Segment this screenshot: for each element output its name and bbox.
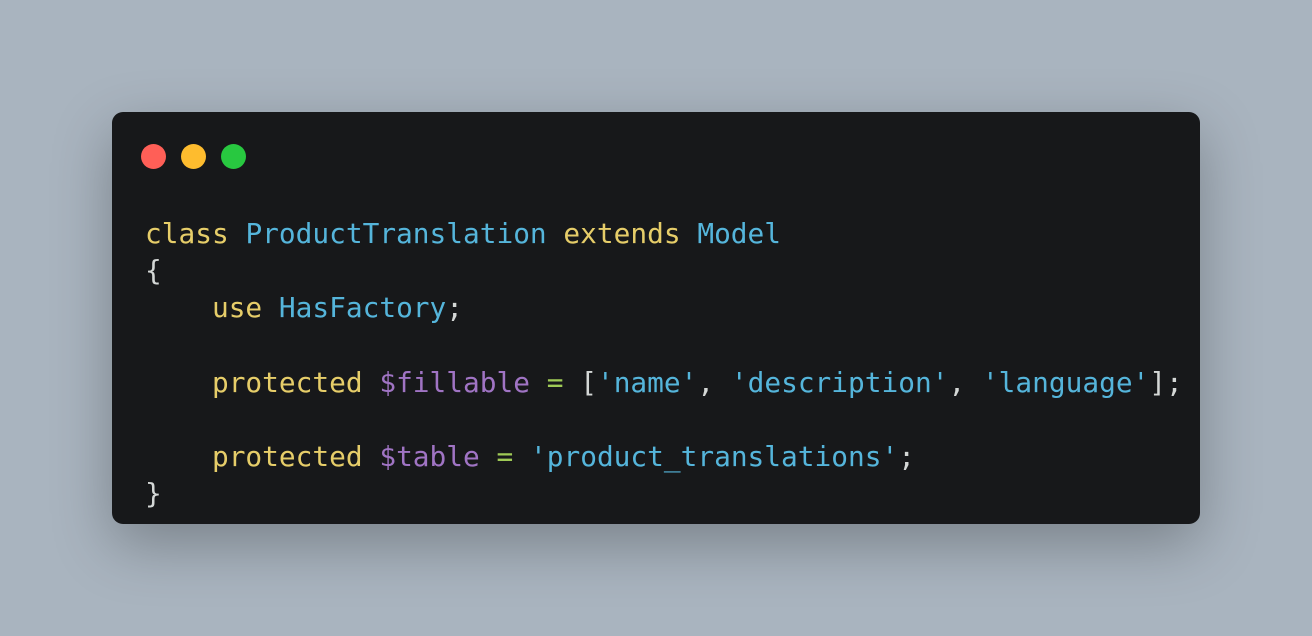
comma: , — [697, 365, 715, 399]
keyword-class: class — [145, 217, 229, 250]
open-bracket: [ — [580, 365, 597, 399]
open-brace: { — [145, 254, 162, 288]
variable-fillable: $fillable — [379, 365, 530, 399]
keyword-use: use — [211, 291, 263, 325]
comma: , — [948, 365, 966, 399]
code-line-5: protected $fillable = ['name', 'descript… — [145, 364, 1183, 401]
keyword-protected: protected — [211, 440, 363, 474]
assign-operator: = — [496, 440, 514, 474]
string-description: 'description' — [730, 365, 949, 399]
code-line-2: { — [145, 252, 1183, 289]
maximize-dot-icon[interactable] — [221, 144, 246, 169]
parent-class-name: Model — [697, 217, 782, 250]
close-bracket: ] — [1149, 365, 1167, 399]
close-dot-icon[interactable] — [141, 144, 166, 169]
keyword-extends: extends — [563, 217, 681, 250]
semicolon: ; — [1166, 365, 1183, 399]
string-table-name: 'product_translations' — [530, 440, 899, 474]
code-window: class ProductTranslation extends Model{ … — [112, 112, 1200, 524]
code-line-1: class ProductTranslation extends Model — [145, 215, 1183, 252]
code-line-8: } — [145, 475, 1183, 512]
string-language: 'language' — [981, 365, 1150, 399]
variable-table: $table — [379, 440, 480, 474]
string-name: 'name' — [596, 365, 698, 399]
close-brace: } — [145, 477, 162, 511]
code-block: class ProductTranslation extends Model{ … — [145, 215, 1183, 513]
keyword-protected: protected — [211, 365, 363, 399]
semicolon: ; — [898, 440, 915, 474]
semicolon: ; — [446, 291, 464, 325]
code-line-3: use HasFactory; — [145, 289, 1183, 326]
assign-operator: = — [546, 365, 564, 399]
trait-name: HasFactory — [278, 291, 447, 325]
minimize-dot-icon[interactable] — [181, 144, 206, 169]
code-line-7: protected $table = 'product_translations… — [145, 438, 1183, 475]
class-name: ProductTranslation — [245, 217, 547, 250]
